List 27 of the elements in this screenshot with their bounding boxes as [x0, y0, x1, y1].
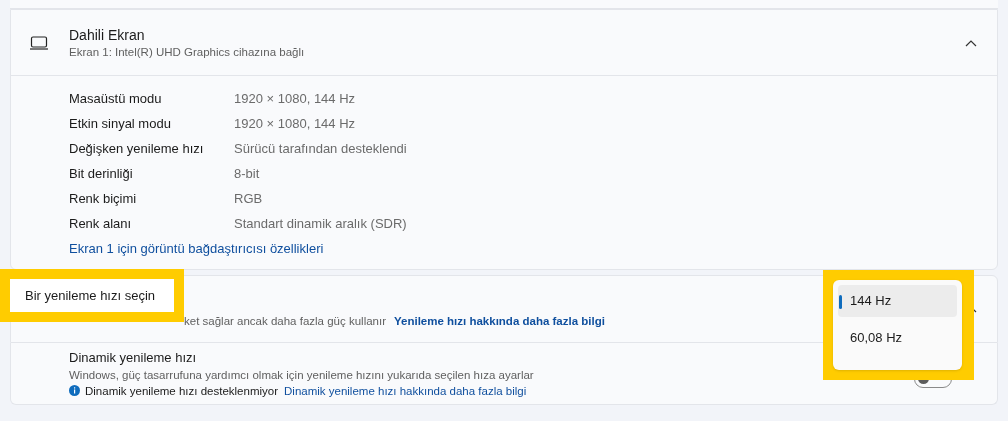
refresh-rate-link[interactable]: Yenileme hızı hakkında daha fazla bilgi — [394, 312, 605, 330]
laptop-icon — [29, 35, 49, 50]
property-value: 1920 × 1080, 144 Hz — [234, 89, 356, 108]
property-label: Masaüstü modu — [69, 89, 163, 108]
property-value: Standart dinamik aralık (SDR) — [234, 214, 407, 233]
rate-option[interactable]: 60,08 Hz — [838, 322, 957, 354]
property-value: Sürücü tarafından desteklendi — [234, 139, 407, 158]
property-label: Değişken yenileme hızı — [69, 139, 205, 158]
dynamic-refresh-title: Dinamik yenileme hızı — [69, 348, 198, 367]
info-text: Dinamik yenileme hızı desteklenmiyor — [85, 383, 279, 399]
property-value: 1920 × 1080, 144 Hz — [234, 114, 356, 133]
dynamic-refresh-description: Windows, güç tasarrufuna yardımcı olmak için yenileme hızını yukarıda seçilen hıza ayarlar — [69, 367, 535, 383]
callout-label: Bir yenileme hızı seçin — [25, 286, 156, 305]
chevron-icon[interactable] — [965, 38, 977, 47]
info-icon — [69, 385, 80, 396]
property-label: Bit derinliği — [69, 164, 134, 183]
adapter-properties-link[interactable]: Ekran 1 için görüntü bağdaştırıcısı özellikleri — [69, 238, 324, 259]
dynamic-refresh-link[interactable]: Dinamik yenileme hızı hakkında daha fazla bilgi — [284, 382, 527, 399]
property-label: Renk biçimi — [69, 189, 138, 208]
property-label: Etkin sinyal modu — [69, 114, 172, 133]
display-subtitle: Ekran 1: Intel(R) UHD Graphics cihazına bağlı — [69, 44, 306, 60]
display-title: Dahili Ekran — [69, 25, 146, 44]
property-label: Renk alanı — [69, 214, 133, 233]
refresh-rate-subtitle: ket sağlar ancak daha fazla güç kullanır — [184, 313, 386, 329]
property-value: RGB — [234, 189, 263, 208]
rate-option[interactable]: 144 Hz — [838, 285, 957, 317]
property-value: 8-bit — [234, 164, 260, 183]
